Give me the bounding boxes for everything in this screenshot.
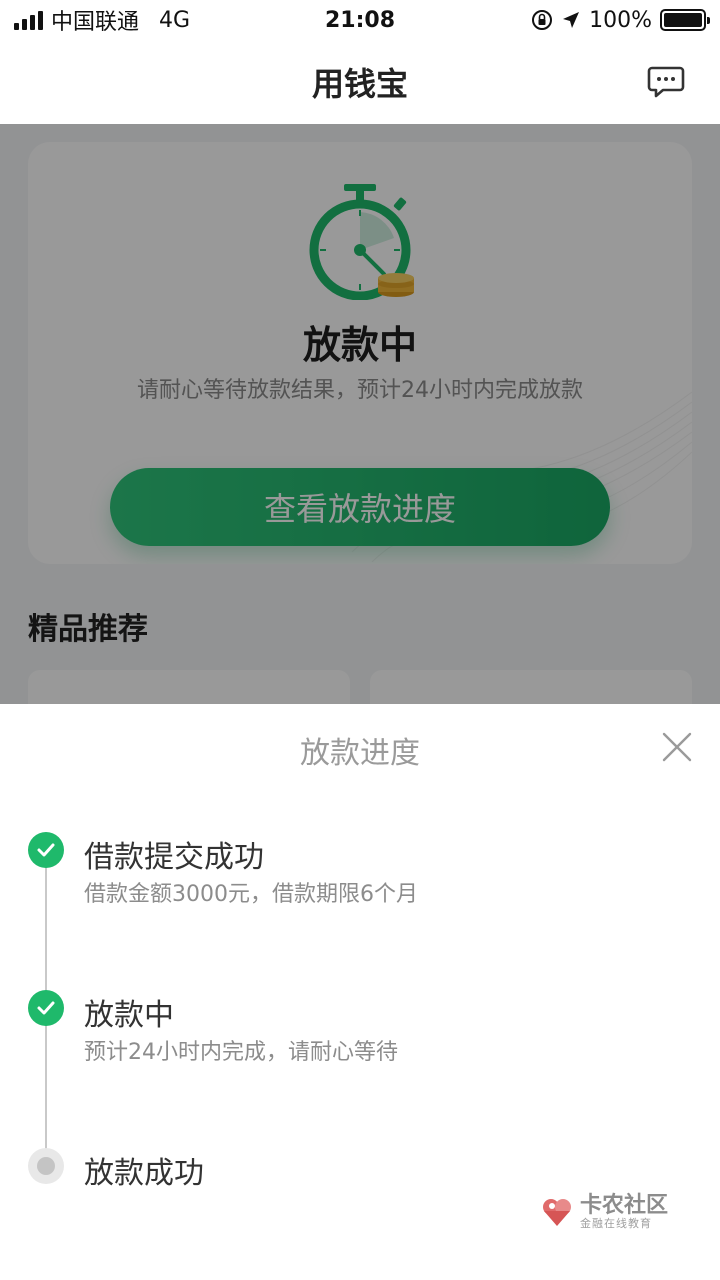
progress-sheet: 放款进度 借款提交成功 借款金额3000元，借款期限6个月 放款中 预计24小时… <box>0 704 720 1280</box>
check-icon <box>28 990 64 1026</box>
status-left: 中国联通 4G <box>14 4 190 36</box>
network-label: 4G <box>159 7 191 33</box>
battery-icon <box>660 9 710 31</box>
step-title: 借款提交成功 <box>84 840 264 875</box>
orientation-lock-icon <box>532 10 553 30</box>
sheet-title: 放款进度 <box>300 736 420 771</box>
chat-bubble-icon[interactable] <box>646 62 686 102</box>
watermark: 卡农社区 金融在线教育 <box>540 1193 669 1231</box>
watermark-main: 卡农社区 <box>580 1193 669 1218</box>
carrier-label: 中国联通 <box>51 10 140 35</box>
step-description: 借款金额3000元，借款期限6个月 <box>84 882 418 907</box>
check-icon <box>28 832 64 868</box>
battery-percent: 100% <box>589 7 652 33</box>
step-description: 预计24小时内完成，请耐心等待 <box>84 1040 398 1065</box>
kanong-logo-icon <box>543 1199 571 1227</box>
page-title: 用钱宝 <box>311 65 408 103</box>
watermark-sub: 金融在线教育 <box>580 1217 652 1231</box>
status-bar: 中国联通 4G 21:08 100% <box>0 0 720 40</box>
close-icon[interactable] <box>660 730 694 764</box>
signal-icon <box>14 10 43 30</box>
step-title: 放款成功 <box>84 1156 204 1191</box>
nav-bar: 用钱宝 <box>0 40 720 124</box>
modal-backdrop[interactable] <box>0 124 720 704</box>
status-right: 100% <box>531 7 710 33</box>
step-title: 放款中 <box>84 998 174 1033</box>
pending-dot-icon <box>28 1148 64 1184</box>
location-arrow-icon <box>563 12 580 28</box>
